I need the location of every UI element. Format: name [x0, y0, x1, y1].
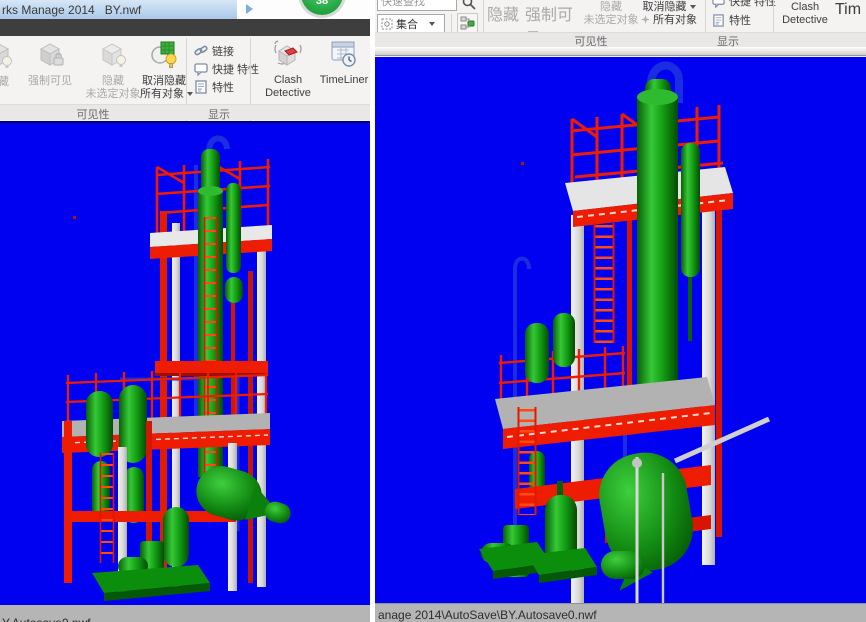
- ribbon-collapsed-bar: [0, 19, 370, 36]
- 3d-viewport[interactable]: [0, 121, 370, 605]
- selection-tree-icon: [460, 16, 475, 31]
- sets-dropdown[interactable]: 集合: [377, 14, 445, 33]
- clash-detective-button[interactable]: Clash Detective: [258, 38, 318, 100]
- play-icon[interactable]: [246, 4, 253, 14]
- ribbon: 集合 隐藏 强制可见 隐藏 未选定对象 取消隐藏: [375, 0, 866, 32]
- timeliner-icon: [329, 39, 359, 69]
- file-name: BY.nwf: [105, 3, 141, 17]
- window-edge-strip: [375, 47, 866, 56]
- search-icon: [462, 0, 476, 10]
- plant-model-left: [0, 121, 370, 605]
- cube-lock-icon: [36, 40, 66, 70]
- dropdown-caret-icon: [690, 5, 696, 9]
- visibility-group-label: 可见性: [55, 106, 131, 122]
- autosave-path: Y.Autosave0.nwf: [2, 616, 91, 622]
- hide-button[interactable]: 隐藏: [487, 1, 521, 25]
- dropdown-caret-icon: [429, 22, 435, 26]
- hide-button[interactable]: 隐藏: [0, 38, 22, 89]
- timeliner-button[interactable]: TimeLiner: [318, 38, 370, 87]
- ribbon-group-labels: 可见性 显示: [0, 104, 370, 120]
- group-separator: [773, 0, 774, 32]
- search-button[interactable]: [460, 0, 478, 11]
- autosave-path: anage 2014\AutoSave\BY.Autosave0.nwf: [378, 608, 597, 622]
- cube-bulb-icon: [0, 40, 14, 70]
- 3d-viewport[interactable]: [375, 57, 866, 603]
- force-visible-button[interactable]: 强制可见: [24, 38, 76, 88]
- separator: [451, 14, 452, 33]
- sparkle-icon: [641, 15, 650, 24]
- quick-find-input[interactable]: [377, 0, 457, 11]
- links-button[interactable]: 链接: [194, 43, 234, 59]
- display-group-label: 显示: [196, 106, 242, 122]
- cube-bulb-icon: [98, 40, 128, 70]
- plant-model-right: [375, 57, 866, 603]
- speech-bubble-icon: [712, 0, 725, 8]
- timeliner-button[interactable]: Tim: [835, 1, 865, 19]
- right-window: 集合 隐藏 强制可见 隐藏 未选定对象 取消隐藏: [375, 0, 866, 622]
- title-bar[interactable]: rks Manage 2014 BY.nwf: [0, 0, 237, 19]
- dual-navisworks-screenshots: rks Manage 2014 BY.nwf 38 隐藏: [0, 0, 866, 622]
- window-title: rks Manage 2014 BY.nwf: [2, 3, 141, 17]
- selection-box-icon: [381, 18, 393, 30]
- dropdown-caret-icon: [187, 92, 193, 96]
- status-bar: Y.Autosave0.nwf: [0, 605, 370, 622]
- hide-unselected-button[interactable]: 隐藏 未选定对象: [581, 1, 641, 27]
- unhide-all-icon: [150, 40, 180, 70]
- properties-icon: [712, 14, 725, 27]
- speech-bubble-icon: [194, 62, 208, 76]
- selection-tree-button[interactable]: [457, 13, 478, 34]
- ribbon-group-labels: 可见性 显示: [375, 32, 866, 47]
- quick-properties-button[interactable]: 快捷 特性: [712, 0, 776, 9]
- left-window: rks Manage 2014 BY.nwf 38 隐藏: [0, 0, 370, 622]
- unhide-all-button[interactable]: 取消隐藏 所有对象: [140, 38, 188, 101]
- group-separator: [483, 0, 484, 32]
- group-separator: [705, 0, 706, 32]
- clash-detective-icon: [273, 39, 303, 69]
- properties-button[interactable]: 特性: [712, 12, 751, 28]
- ribbon: 隐藏 强制可见: [0, 36, 370, 104]
- properties-icon: [194, 80, 208, 94]
- hide-unselected-button[interactable]: 隐藏 未选定对象: [84, 38, 142, 101]
- properties-button[interactable]: 特性: [194, 79, 234, 95]
- unhide-all-button[interactable]: 取消隐藏 所有对象: [637, 1, 701, 27]
- clash-detective-button[interactable]: Clash Detective: [777, 1, 833, 27]
- status-bar: anage 2014\AutoSave\BY.Autosave0.nwf: [375, 603, 866, 622]
- link-icon: [194, 44, 208, 58]
